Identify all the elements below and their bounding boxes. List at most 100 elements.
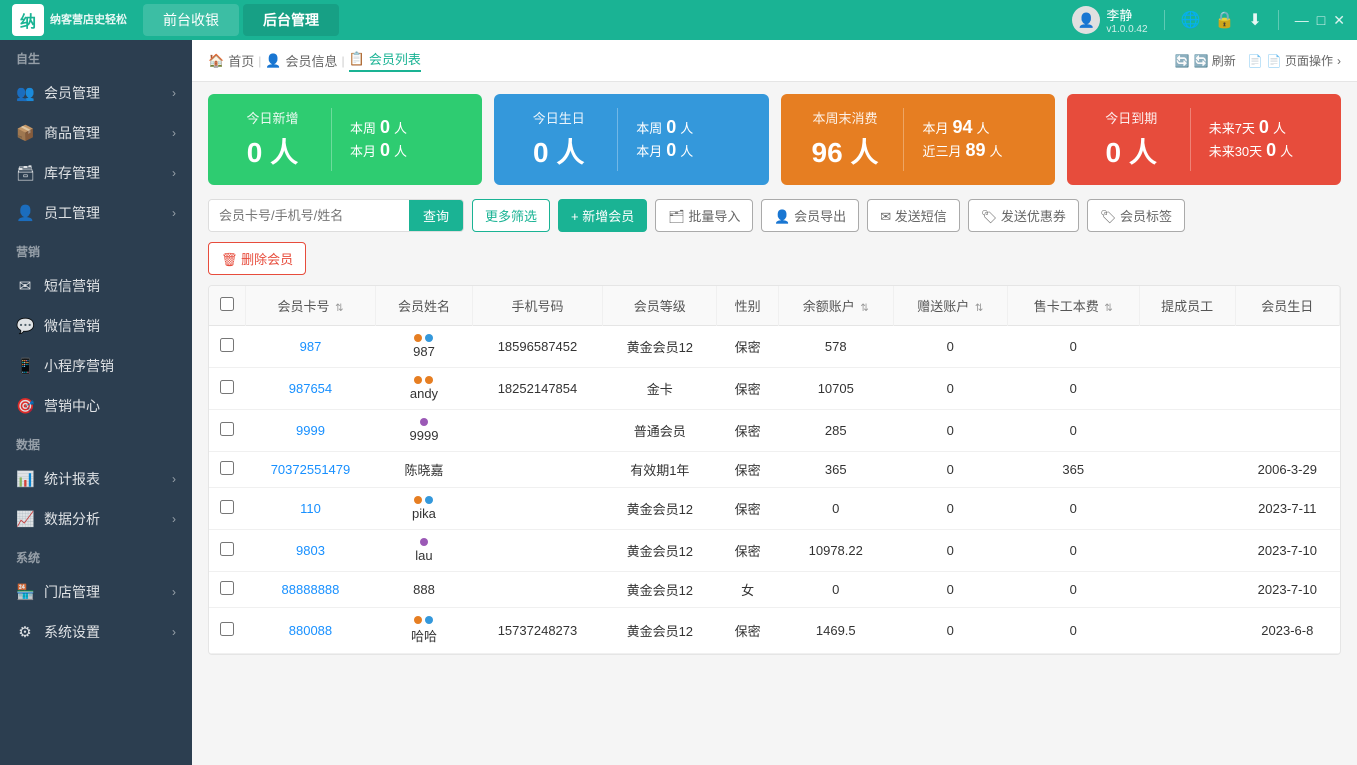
chevron-down-icon: › xyxy=(1337,54,1341,68)
row-checkbox[interactable] xyxy=(220,500,234,514)
sidebar-item-sms[interactable]: ✉ 短信营销 xyxy=(0,266,192,306)
logo-text: 纳客营店史轻松 xyxy=(50,13,127,27)
cell-balance: 10978.22 xyxy=(779,530,893,572)
cell-gift: 0 xyxy=(893,608,1007,654)
breadcrumb-member-info[interactable]: 👤 会员信息 xyxy=(265,51,337,70)
stat-line-30d-expire: 未来30天 0 人 xyxy=(1209,140,1325,161)
sidebar-item-settings[interactable]: ⚙ 系统设置 › xyxy=(0,612,192,652)
col-card-fee[interactable]: 售卡工本费 ⇅ xyxy=(1007,286,1139,326)
close-btn[interactable]: ✕ xyxy=(1333,12,1345,29)
cell-balance: 1469.5 xyxy=(779,608,893,654)
add-member-btn[interactable]: + 新增会员 xyxy=(558,199,647,232)
cell-card-no[interactable]: 9999 xyxy=(245,410,376,452)
stat-number-unconsume: 96 人 xyxy=(797,131,894,171)
user-info: 👤 李静 v1.0.0.42 xyxy=(1072,5,1147,35)
dot-icon xyxy=(425,496,433,504)
member-export-btn[interactable]: 👤 会员导出 xyxy=(761,199,859,232)
member-table-container: 会员卡号 ⇅ 会员姓名 手机号码 会员等级 性别 余额账户 ⇅ 赠送账户 ⇅ 售… xyxy=(208,285,1341,655)
send-coupon-btn[interactable]: 🏷 发送优惠券 xyxy=(968,199,1079,232)
row-checkbox[interactable] xyxy=(220,380,234,394)
minimize-btn[interactable]: — xyxy=(1295,12,1309,28)
col-card-no[interactable]: 会员卡号 ⇅ xyxy=(245,286,376,326)
report-icon: 📊 xyxy=(16,470,34,488)
stat-title-unconsume: 本周末消费 xyxy=(797,108,894,127)
send-sms-btn[interactable]: ✉ 发送短信 xyxy=(867,199,960,232)
table-row: 880088哈哈15737248273黄金会员12保密1469.5002023-… xyxy=(209,608,1340,654)
batch-import-btn[interactable]: 🗂 批量导入 xyxy=(655,199,753,232)
top-header: 纳 纳客营店史轻松 前台收银 后台管理 👤 李静 v1.0.0.42 🌐 🔒 ⬇… xyxy=(0,0,1357,40)
search-input[interactable] xyxy=(209,200,409,231)
product-icon: 📦 xyxy=(16,124,34,142)
cell-birthday: 2023-7-10 xyxy=(1235,572,1339,608)
breadcrumb-home[interactable]: 🏠 首页 xyxy=(208,51,254,70)
cell-promoter xyxy=(1139,410,1235,452)
maximize-btn[interactable]: □ xyxy=(1317,12,1325,28)
chevron-right-icon-5: › xyxy=(172,472,176,486)
cell-card-fee: 0 xyxy=(1007,326,1139,368)
breadcrumb-sep-1: | xyxy=(258,54,261,68)
sidebar-item-inventory[interactable]: 🗃 库存管理 › xyxy=(0,153,192,193)
sidebar-item-wechat[interactable]: 💬 微信营销 xyxy=(0,306,192,346)
inventory-icon: 🗃 xyxy=(16,164,34,182)
cell-card-no[interactable]: 88888888 xyxy=(245,572,376,608)
chevron-right-icon-4: › xyxy=(172,206,176,220)
nav-tab-backend[interactable]: 后台管理 xyxy=(243,4,339,36)
header-icons: 🌐 🔒 ⬇ xyxy=(1181,10,1262,30)
sidebar-label-product: 商品管理 xyxy=(44,123,100,143)
col-balance[interactable]: 余额账户 ⇅ xyxy=(779,286,893,326)
sidebar-label-miniapp: 小程序营销 xyxy=(44,356,114,376)
cell-gift: 0 xyxy=(893,452,1007,488)
search-button[interactable]: 查询 xyxy=(409,200,463,231)
sidebar-item-report[interactable]: 📊 统计报表 › xyxy=(0,459,192,499)
sidebar-label-sms: 短信营销 xyxy=(44,276,100,296)
sidebar-item-staff[interactable]: 👤 员工管理 › xyxy=(0,193,192,233)
sidebar-item-analytics[interactable]: 📈 数据分析 › xyxy=(0,499,192,539)
select-all-checkbox[interactable] xyxy=(220,297,234,311)
delete-member-btn[interactable]: 🗑 删除会员 xyxy=(208,242,306,275)
col-gender: 性别 xyxy=(717,286,779,326)
cell-card-no[interactable]: 880088 xyxy=(245,608,376,654)
cell-gender: 保密 xyxy=(717,368,779,410)
breadcrumb-member-list[interactable]: 📋 会员列表 xyxy=(349,49,421,72)
cell-card-no[interactable]: 70372551479 xyxy=(245,452,376,488)
refresh-btn[interactable]: 🔄 🔄 刷新 xyxy=(1175,52,1236,69)
download-icon[interactable]: ⬇ xyxy=(1248,10,1261,30)
cell-card-no[interactable]: 987 xyxy=(245,326,376,368)
stat-line-week-new: 本周 0 人 xyxy=(350,117,466,138)
table-header-row: 会员卡号 ⇅ 会员姓名 手机号码 会员等级 性别 余额账户 ⇅ 赠送账户 ⇅ 售… xyxy=(209,286,1340,326)
stat-number-expire: 0 人 xyxy=(1083,131,1180,171)
row-checkbox[interactable] xyxy=(220,581,234,595)
row-checkbox[interactable] xyxy=(220,622,234,636)
list-icon: 📋 xyxy=(349,51,365,67)
stat-line-week-birthday: 本周 0 人 xyxy=(636,117,752,138)
row-checkbox[interactable] xyxy=(220,461,234,475)
sidebar-item-marketing-center[interactable]: 🎯 营销中心 xyxy=(0,386,192,426)
row-checkbox[interactable] xyxy=(220,542,234,556)
cell-card-no[interactable]: 987654 xyxy=(245,368,376,410)
page-ops-btn[interactable]: 📄 📄 页面操作 › xyxy=(1248,52,1341,69)
sort-icon-card: ⇅ xyxy=(335,303,343,314)
sidebar-item-product[interactable]: 📦 商品管理 › xyxy=(0,113,192,153)
col-level: 会员等级 xyxy=(603,286,717,326)
cell-card-no[interactable]: 110 xyxy=(245,488,376,530)
lock-icon[interactable]: 🔒 xyxy=(1214,10,1234,30)
col-promoter: 提成员工 xyxy=(1139,286,1235,326)
table-row: 9803lau黄金会员12保密10978.22002023-7-10 xyxy=(209,530,1340,572)
cell-balance: 0 xyxy=(779,488,893,530)
col-gift[interactable]: 赠送账户 ⇅ xyxy=(893,286,1007,326)
chevron-right-icon-7: › xyxy=(172,585,176,599)
member-tag-btn[interactable]: 🏷 会员标签 xyxy=(1087,199,1185,232)
table-body: 98798718596587452黄金会员12保密57800987654andy… xyxy=(209,326,1340,654)
sidebar-item-member[interactable]: 👥 会员管理 › xyxy=(0,73,192,113)
sidebar-item-store[interactable]: 🏪 门店管理 › xyxy=(0,572,192,612)
filter-btn[interactable]: 更多筛选 xyxy=(472,199,550,232)
cell-gender: 保密 xyxy=(717,452,779,488)
cell-card-no[interactable]: 9803 xyxy=(245,530,376,572)
cell-level: 有效期1年 xyxy=(603,452,717,488)
nav-tab-frontend[interactable]: 前台收银 xyxy=(143,4,239,36)
row-checkbox[interactable] xyxy=(220,338,234,352)
sidebar-item-miniapp[interactable]: 📱 小程序营销 xyxy=(0,346,192,386)
row-checkbox[interactable] xyxy=(220,422,234,436)
sidebar-label-staff: 员工管理 xyxy=(44,203,100,223)
globe-icon[interactable]: 🌐 xyxy=(1181,10,1201,30)
